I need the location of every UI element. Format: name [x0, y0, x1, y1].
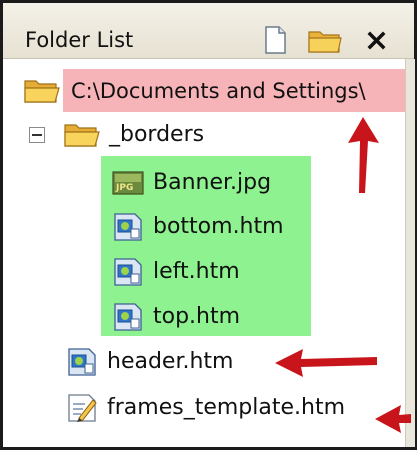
htm-file-icon [111, 211, 145, 243]
tree-file-bottom[interactable]: bottom.htm [111, 207, 284, 247]
tree-folder-label: _borders [109, 122, 205, 147]
tree-file-top[interactable]: top.htm [111, 297, 240, 337]
new-folder-icon[interactable] [307, 24, 342, 56]
htm-file-icon [111, 301, 145, 333]
tree-folder-borders[interactable]: _borders [63, 115, 204, 155]
collapse-toggle-icon[interactable] [29, 127, 45, 143]
file-label: header.htm [107, 349, 234, 374]
panel-scroll-edge [405, 59, 415, 447]
annotation-arrow-left-bottom [373, 399, 413, 439]
tree-root-label[interactable]: C:\Documents and Settings\ [71, 79, 405, 103]
tree-file-left[interactable]: left.htm [111, 252, 240, 292]
file-label: frames_template.htm [107, 395, 346, 420]
tree-file-header[interactable]: header.htm [65, 342, 233, 382]
panel-titlebar: Folder List [3, 3, 414, 59]
file-label: left.htm [153, 259, 240, 284]
tree-file-banner[interactable]: JPG Banner.jpg [111, 163, 271, 203]
svg-text:JPG: JPG [115, 183, 133, 193]
edit-file-icon [65, 392, 99, 424]
annotation-arrow-up [343, 115, 383, 195]
file-label: top.htm [153, 304, 241, 329]
file-label: Banner.jpg [153, 170, 272, 195]
htm-file-icon [111, 256, 145, 288]
jpg-file-icon: JPG [111, 168, 145, 198]
new-page-icon[interactable] [259, 24, 291, 56]
close-icon[interactable] [361, 24, 393, 56]
file-label: bottom.htm [153, 214, 284, 239]
annotation-arrow-left [273, 343, 383, 383]
panel-title: Folder List [25, 28, 134, 52]
htm-file-icon [65, 346, 99, 378]
folder-open-icon [63, 120, 101, 150]
folder-list-panel: Folder List C:\Documents and Settings\ _… [0, 0, 417, 450]
tree-file-frames-template[interactable]: frames_template.htm [65, 388, 345, 428]
folder-open-icon [23, 76, 61, 106]
